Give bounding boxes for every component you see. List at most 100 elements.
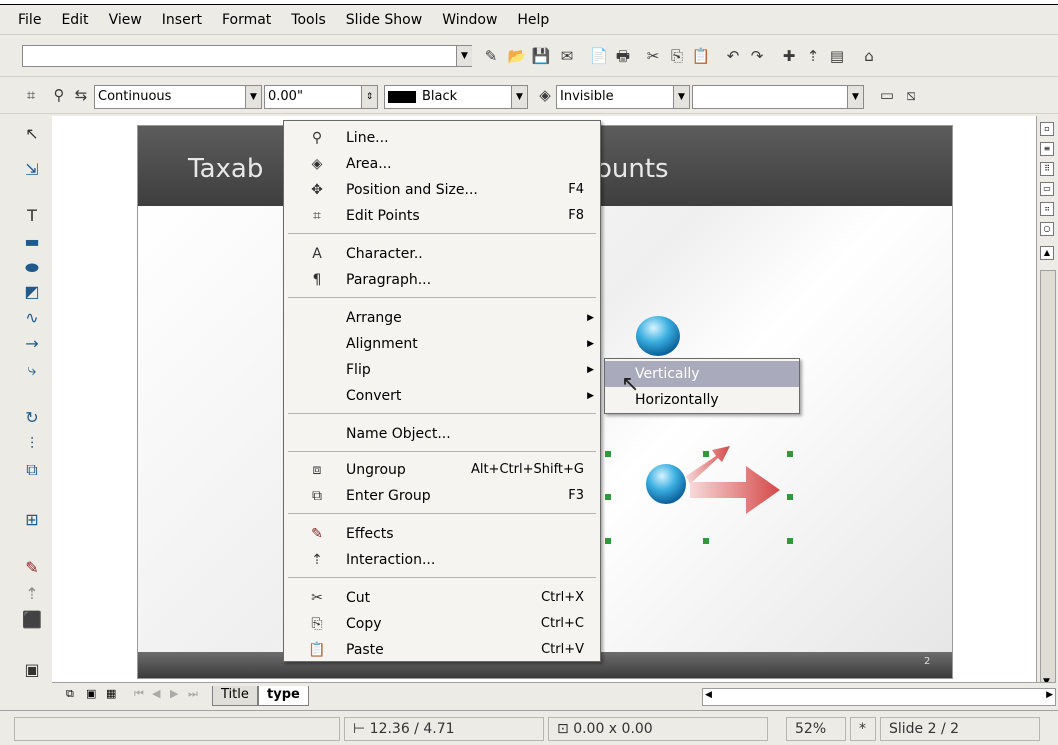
scroll-right-icon[interactable]: ▶ (1046, 690, 1053, 700)
menu-edit[interactable]: Edit (61, 12, 88, 28)
rotate-icon[interactable]: ↻ (20, 406, 44, 430)
chevron-down-icon[interactable]: ▼ (511, 86, 527, 108)
menu-item-cut[interactable]: ✂ Cut Ctrl+X (284, 585, 600, 611)
effects-icon[interactable]: ✎ (20, 556, 44, 580)
print-icon[interactable]: 🖶 (612, 45, 634, 67)
layer-view-button-icon[interactable]: ▣ (86, 687, 96, 700)
notes-view-icon[interactable]: ▭ (1040, 182, 1054, 196)
horizontal-scrollbar[interactable]: ◀ ▶ (702, 688, 1056, 706)
export-pdf-icon[interactable]: 📄 (588, 45, 610, 67)
menu-item-character[interactable]: A Character.. (284, 241, 600, 267)
menu-help[interactable]: Help (517, 12, 549, 28)
menu-item-flip[interactable]: Flip ▶ (284, 357, 600, 383)
area-fill-select[interactable]: ▼ (692, 85, 864, 109)
slide-graphics[interactable] (598, 306, 952, 566)
save-icon[interactable]: 💾 (530, 45, 552, 67)
slide-title-text-left[interactable]: Taxab (188, 154, 263, 184)
menu-item-effects[interactable]: ✎ Effects (284, 521, 600, 547)
tab-title[interactable]: Title (212, 686, 258, 706)
menu-item-arrange[interactable]: Arrange ▶ (284, 305, 600, 331)
ellipse-icon[interactable]: ⬬ (20, 256, 44, 280)
line-arrow-icon[interactable]: → (20, 332, 44, 356)
prev-slide-icon[interactable]: ◀ (152, 687, 160, 700)
line-color-select[interactable]: Black ▼ (384, 85, 528, 109)
shadow-icon[interactable]: ▭ (876, 84, 898, 106)
drawing-view-button-icon[interactable]: ⧉ (66, 687, 74, 701)
menu-item-position-size[interactable]: ✥ Position and Size... F4 (284, 177, 600, 203)
gallery-icon[interactable]: ▤ (826, 45, 848, 67)
chevron-down-icon[interactable]: ▼ (245, 86, 261, 108)
3d-object-icon[interactable]: ◩ (20, 280, 44, 304)
area-style-select[interactable]: Invisible ▼ (556, 85, 690, 109)
selection-handle[interactable] (787, 451, 793, 457)
text-icon[interactable]: T (20, 204, 44, 228)
chevron-down-icon[interactable]: ▼ (673, 86, 689, 108)
next-slide-icon[interactable]: ▶ (170, 687, 178, 700)
email-icon[interactable]: ✉ (556, 45, 578, 67)
selection-handle[interactable] (605, 538, 611, 544)
connector-icon[interactable]: ⤷ (20, 358, 44, 382)
scroll-up-icon[interactable]: ▲ (1040, 246, 1054, 260)
status-zoom[interactable]: 52% (786, 717, 846, 741)
area-icon[interactable]: ◈ (534, 84, 556, 106)
line-icon[interactable]: ⚲ (48, 84, 70, 106)
first-slide-icon[interactable]: ⏮ (134, 687, 144, 701)
selection-handle[interactable] (703, 451, 709, 457)
spin-arrows-icon[interactable]: ⇕ (361, 86, 377, 108)
edit-points-icon[interactable]: ⌗ (20, 84, 42, 106)
slide-title-text-right[interactable]: ounts (596, 154, 669, 184)
selection-handle[interactable] (787, 538, 793, 544)
vertical-scrollbar[interactable]: ▼ (1040, 270, 1056, 690)
arrow-style-icon[interactable]: ⇆ (70, 84, 92, 106)
selection-handle[interactable] (703, 538, 709, 544)
curve-icon[interactable]: ∿ (20, 306, 44, 330)
arrange-icon[interactable]: ⧉ (20, 458, 44, 482)
paste-icon[interactable]: 📋 (690, 45, 712, 67)
menu-item-convert[interactable]: Convert ▶ (284, 383, 600, 409)
line-width-spinner[interactable]: 0.00" ⇕ (264, 85, 378, 109)
menu-item-enter-group[interactable]: ⧉ Enter Group F3 (284, 483, 600, 509)
chevron-down-icon[interactable]: ▼ (847, 86, 863, 108)
edit-file-icon[interactable]: ✎ (480, 45, 502, 67)
outline-view-icon[interactable]: ≡ (1040, 142, 1054, 156)
scroll-left-icon[interactable]: ◀ (705, 690, 712, 700)
menu-insert[interactable]: Insert (162, 12, 202, 28)
menu-item-copy[interactable]: ⎘ Copy Ctrl+C (284, 611, 600, 637)
menu-window[interactable]: Window (442, 12, 497, 28)
menu-view[interactable]: View (109, 12, 142, 28)
menu-tools[interactable]: Tools (291, 12, 326, 28)
slide-show-view-icon[interactable]: ○ (1040, 222, 1054, 236)
help-icon[interactable]: ⌂ (858, 45, 880, 67)
menu-item-interaction[interactable]: ⇡ Interaction... (284, 547, 600, 573)
menu-item-alignment[interactable]: Alignment ▶ (284, 331, 600, 357)
interaction-icon[interactable]: ⇡ (20, 582, 44, 606)
menu-slide-show[interactable]: Slide Show (346, 12, 422, 28)
load-url-input[interactable] (22, 45, 472, 67)
handout-view-icon[interactable]: ⠶ (1040, 202, 1054, 216)
rectangle-icon[interactable]: ▬ (20, 230, 44, 254)
drawing-view-icon[interactable]: ▫ (1040, 122, 1054, 136)
insert-icon[interactable]: ⊞ (20, 508, 44, 532)
slide-show-icon[interactable]: ▣ (20, 658, 44, 682)
menu-item-edit-points[interactable]: ⌗ Edit Points F8 (284, 203, 600, 229)
menu-item-name-object[interactable]: Name Object... (284, 421, 600, 447)
undo-icon[interactable]: ↶ (722, 45, 744, 67)
object-properties-icon[interactable]: ⧅ (900, 84, 922, 106)
chevron-down-icon[interactable]: ▼ (456, 46, 472, 66)
menu-format[interactable]: Format (222, 12, 271, 28)
cut-icon[interactable]: ✂ (642, 45, 664, 67)
stylist-icon[interactable]: ⇡ (802, 45, 824, 67)
redo-icon[interactable]: ↷ (746, 45, 768, 67)
tab-type[interactable]: type (258, 686, 309, 706)
last-slide-icon[interactable]: ⏭ (188, 687, 198, 701)
selection-handle[interactable] (787, 494, 793, 500)
menu-item-line[interactable]: ⚲ Line... (284, 125, 600, 151)
alignment-icon[interactable]: ⫶ (20, 432, 44, 456)
menu-item-ungroup[interactable]: ⧈ Ungroup Alt+Ctrl+Shift+G (284, 457, 600, 483)
zoom-icon[interactable]: ⇲ (20, 158, 44, 182)
menu-item-paste[interactable]: 📋 Paste Ctrl+V (284, 637, 600, 663)
line-style-select[interactable]: Continuous ▼ (94, 85, 262, 109)
navigator-icon[interactable]: ✚ (778, 45, 800, 67)
master-view-button-icon[interactable]: ▦ (106, 687, 116, 700)
menu-item-paragraph[interactable]: ¶ Paragraph... (284, 267, 600, 293)
